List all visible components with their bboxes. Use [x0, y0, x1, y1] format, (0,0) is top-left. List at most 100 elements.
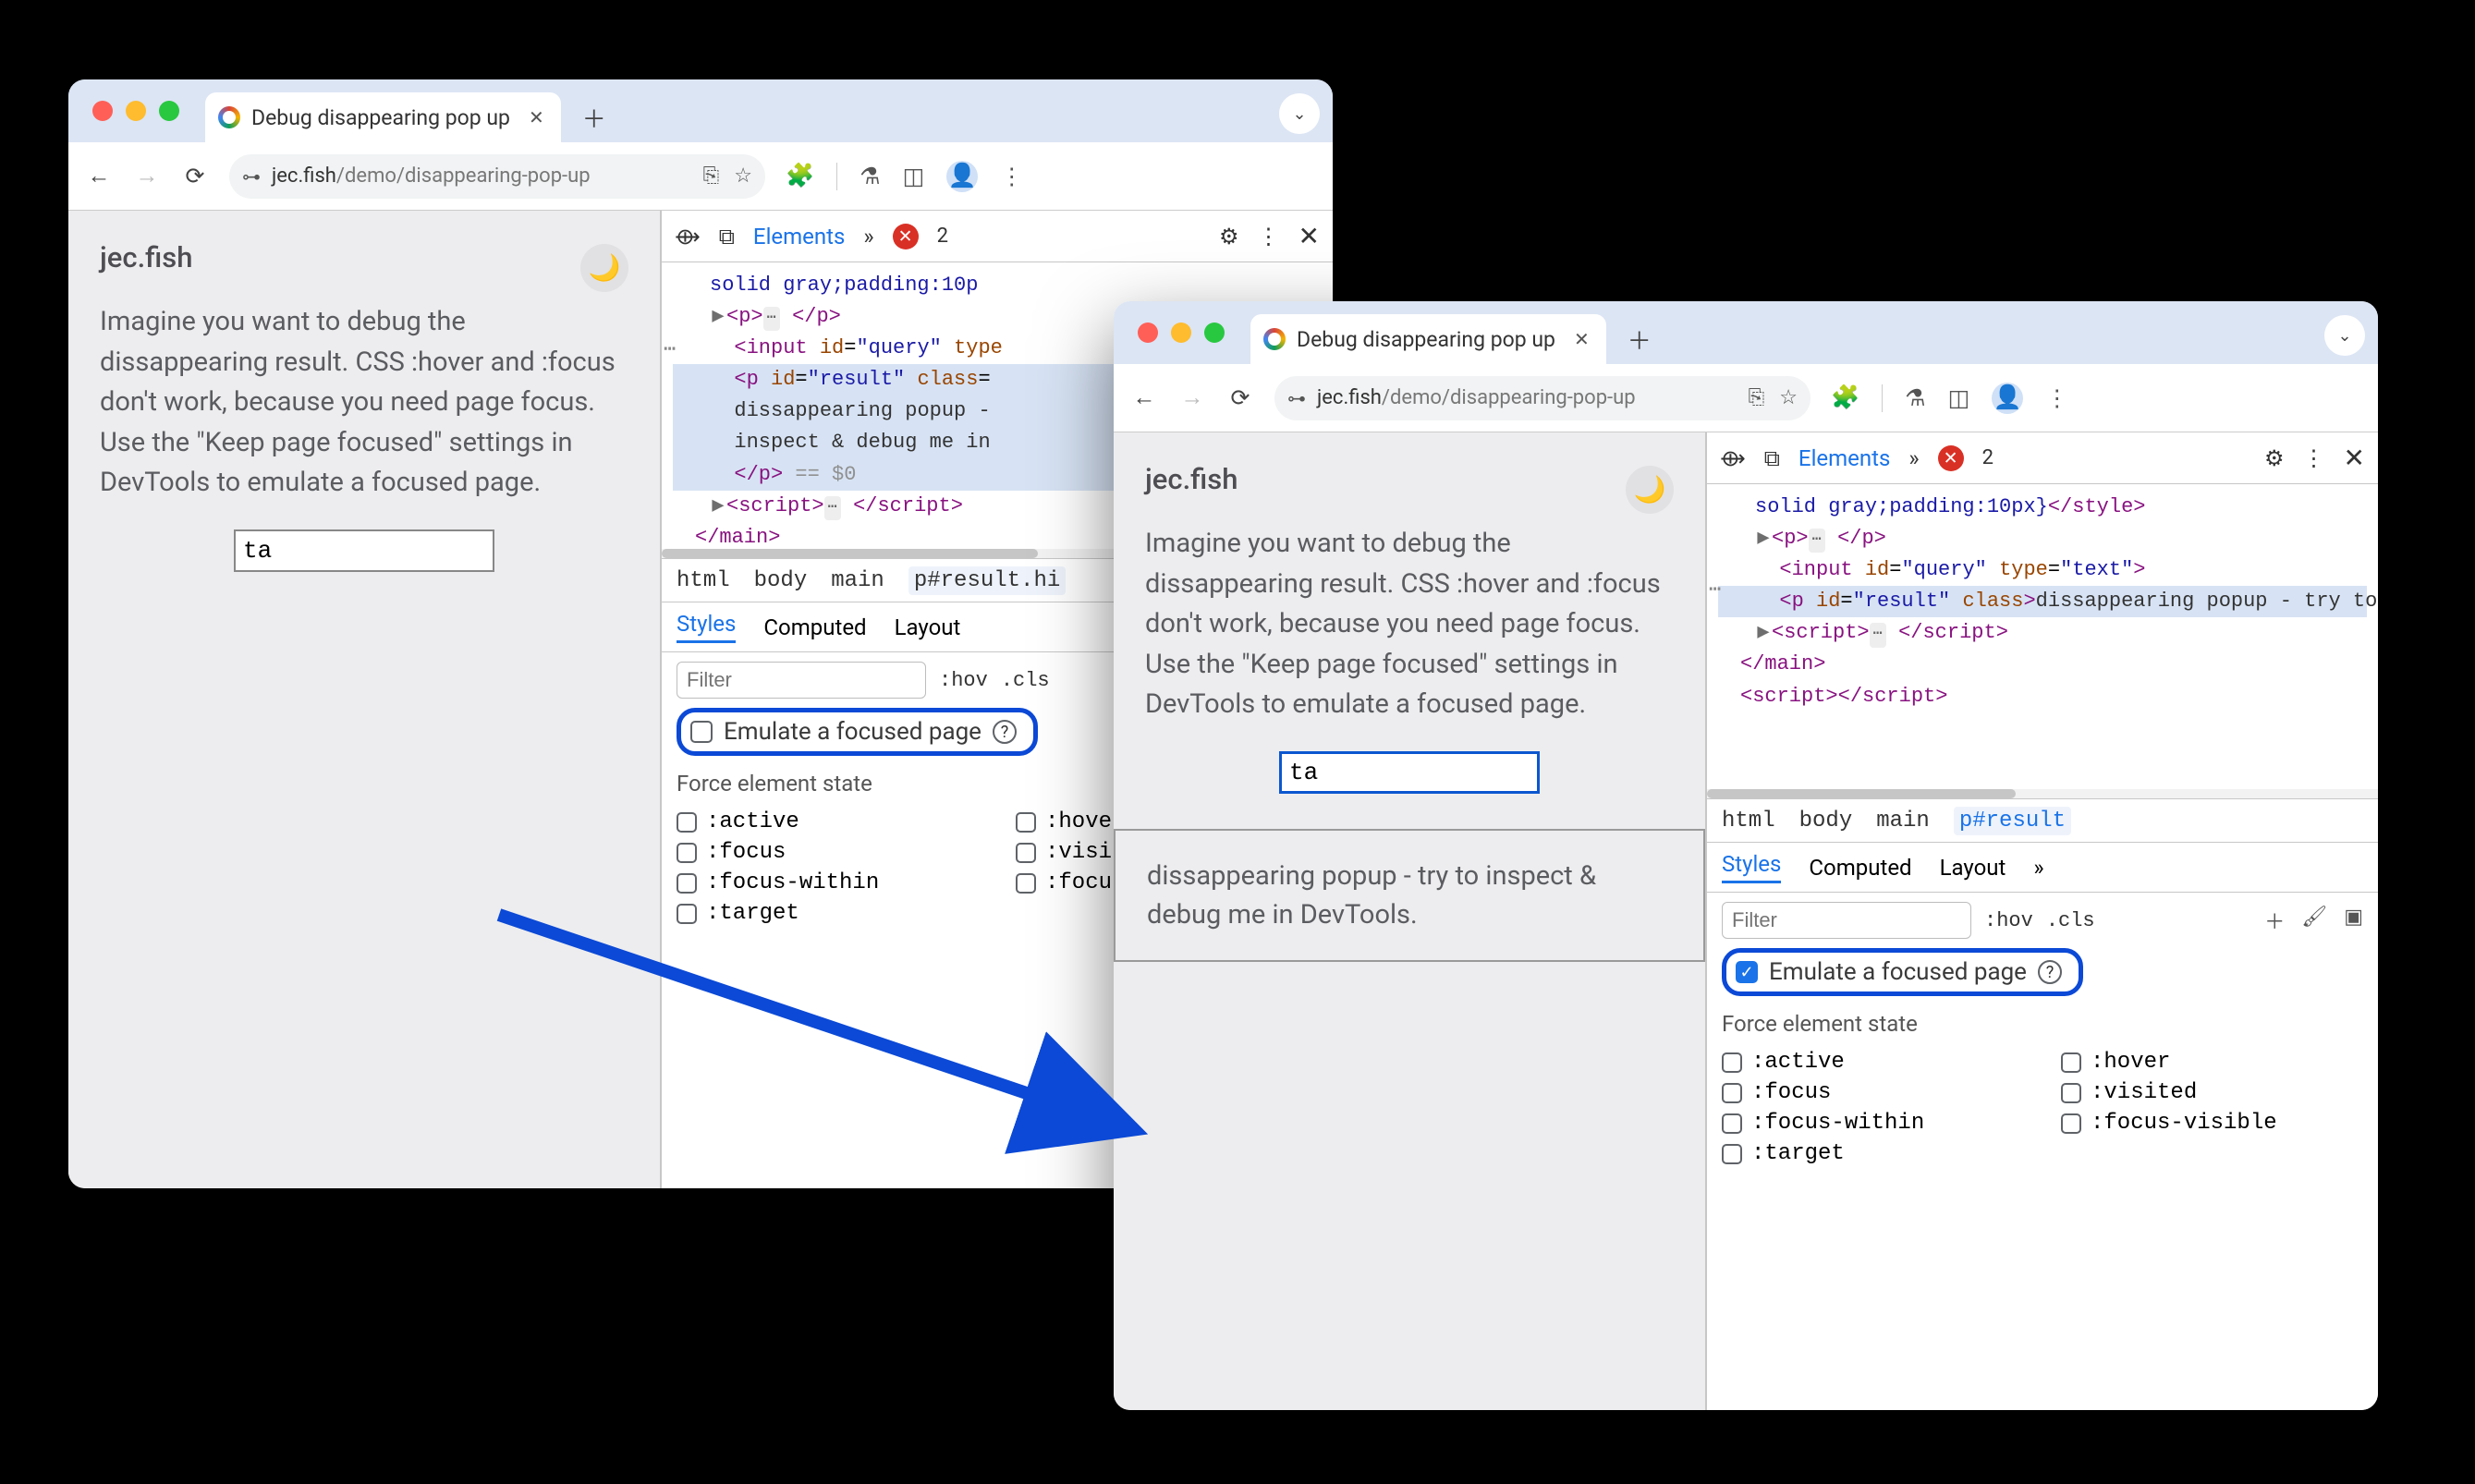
styles-tab-styles[interactable]: Styles — [1722, 851, 1781, 883]
extensions-icon[interactable]: 🧩 — [1831, 384, 1859, 411]
state-hover[interactable]: :hover — [2061, 1050, 2363, 1075]
cls-toggle[interactable]: .cls — [2046, 909, 2095, 932]
close-window-button[interactable] — [1138, 322, 1158, 343]
state-active[interactable]: :active — [1722, 1050, 2024, 1075]
styles-tab-layout[interactable]: Layout — [895, 614, 961, 640]
state-focus-visible[interactable]: :focus-visible — [2061, 1111, 2363, 1136]
dark-mode-toggle[interactable]: 🌙 — [580, 244, 628, 292]
profile-avatar-icon[interactable]: 👤 — [946, 161, 978, 192]
state-focus-within[interactable]: :focus-within — [677, 870, 979, 895]
devtools-menu-icon[interactable]: ⋮ — [2303, 445, 2325, 471]
install-app-icon[interactable]: ⎘ — [703, 164, 720, 188]
breadcrumb-item[interactable]: main — [1876, 809, 1930, 833]
side-panel-icon[interactable]: ◫ — [903, 163, 925, 190]
chrome-menu-icon[interactable]: ⋮ — [1000, 163, 1023, 190]
state-focus[interactable]: :focus — [677, 840, 979, 865]
labs-icon[interactable]: ⚗ — [860, 163, 880, 190]
emulate-focused-page-option[interactable]: ✓ Emulate a focused page ? — [1722, 948, 2083, 996]
omnibox[interactable]: ⊶ jec.fish/demo/disappearing-pop-up ⎘ ☆ — [229, 154, 765, 199]
help-icon[interactable]: ? — [2038, 960, 2062, 984]
inspect-element-icon[interactable]: ⟴ — [1720, 445, 1746, 471]
state-visited[interactable]: :visited — [2061, 1080, 2363, 1105]
close-tab-icon[interactable]: ✕ — [1574, 328, 1590, 350]
breadcrumb-item-selected[interactable]: p#result — [1954, 807, 2071, 835]
dom-tree[interactable]: ⋯ solid gray;padding:10px}</style> ▶<p>⋯… — [1707, 484, 2378, 789]
breadcrumb-item[interactable]: html — [677, 568, 730, 593]
more-styles-tabs-icon[interactable]: » — [2033, 855, 2043, 881]
devtools-tab-elements[interactable]: Elements — [753, 224, 845, 249]
computed-show-icon[interactable]: ▣ — [2344, 906, 2363, 935]
cls-toggle[interactable]: .cls — [1001, 669, 1050, 692]
close-devtools-icon[interactable]: ✕ — [2344, 443, 2365, 473]
back-button[interactable]: ← — [85, 163, 113, 190]
new-tab-button[interactable]: ＋ — [576, 99, 613, 136]
back-button[interactable]: ← — [1130, 384, 1158, 412]
tabs-dropdown-button[interactable]: ⌄ — [1279, 93, 1320, 134]
device-mode-icon[interactable]: ⧉ — [719, 224, 735, 249]
dark-mode-toggle[interactable]: 🌙 — [1626, 466, 1674, 514]
omnibox[interactable]: ⊶ jec.fish/demo/disappearing-pop-up ⎘ ☆ — [1274, 376, 1811, 420]
more-tabs-icon[interactable]: » — [863, 224, 873, 249]
site-settings-icon[interactable]: ⊶ — [242, 165, 261, 188]
error-badge-icon[interactable]: ✕ — [893, 224, 919, 249]
emulate-focused-page-option[interactable]: Emulate a focused page ? — [677, 708, 1038, 756]
query-input-focused[interactable] — [1279, 751, 1540, 794]
zoom-window-button[interactable] — [159, 101, 179, 121]
device-mode-icon[interactable]: ⧉ — [1764, 445, 1780, 471]
breadcrumb-item[interactable]: html — [1722, 809, 1775, 833]
install-app-icon[interactable]: ⎘ — [1749, 386, 1765, 409]
tabs-dropdown-button[interactable]: ⌄ — [2324, 315, 2365, 356]
new-style-rule-icon[interactable]: ＋ — [2264, 906, 2285, 935]
styles-filter-input[interactable] — [677, 662, 926, 699]
new-tab-button[interactable]: ＋ — [1621, 321, 1658, 358]
close-window-button[interactable] — [92, 101, 113, 121]
minimize-window-button[interactable] — [126, 101, 146, 121]
hov-toggle[interactable]: :hov — [939, 669, 988, 692]
hov-toggle[interactable]: :hov — [1984, 909, 2033, 932]
more-tabs-icon[interactable]: » — [1908, 445, 1919, 471]
breadcrumb-item[interactable]: main — [831, 568, 884, 593]
extensions-icon[interactable]: 🧩 — [786, 163, 814, 189]
styles-tab-styles[interactable]: Styles — [677, 611, 736, 643]
bookmark-icon[interactable]: ☆ — [734, 164, 752, 188]
minimize-window-button[interactable] — [1171, 322, 1191, 343]
dom-horizontal-scrollbar[interactable] — [1707, 789, 2378, 798]
site-settings-icon[interactable]: ⊶ — [1287, 387, 1306, 409]
labs-icon[interactable]: ⚗ — [1905, 384, 1925, 412]
forward-button[interactable]: → — [133, 163, 161, 190]
help-icon[interactable]: ? — [993, 720, 1017, 744]
state-focus[interactable]: :focus — [1722, 1080, 2024, 1105]
styles-tab-computed[interactable]: Computed — [763, 614, 866, 640]
forward-button[interactable]: → — [1178, 384, 1206, 412]
query-input[interactable] — [234, 529, 494, 572]
close-devtools-icon[interactable]: ✕ — [1298, 221, 1320, 251]
reload-button[interactable]: ⟳ — [181, 163, 209, 190]
devtools-settings-icon[interactable]: ⚙ — [1219, 224, 1239, 249]
dom-breadcrumb[interactable]: html body main p#result — [1707, 798, 2378, 843]
error-badge-icon[interactable]: ✕ — [1938, 445, 1964, 471]
chrome-menu-icon[interactable]: ⋮ — [2045, 384, 2068, 412]
devtools-menu-icon[interactable]: ⋮ — [1258, 224, 1280, 249]
paint-flashing-icon[interactable]: 🖌 — [2301, 906, 2327, 935]
devtools-tab-elements[interactable]: Elements — [1798, 445, 1890, 471]
zoom-window-button[interactable] — [1204, 322, 1225, 343]
breadcrumb-item[interactable]: body — [1799, 809, 1853, 833]
state-focus-within[interactable]: :focus-within — [1722, 1111, 2024, 1136]
inspect-element-icon[interactable]: ⟴ — [675, 224, 701, 249]
profile-avatar-icon[interactable]: 👤 — [1992, 383, 2023, 414]
styles-filter-input[interactable] — [1722, 902, 1971, 939]
browser-tab[interactable]: Debug disappearing pop up ✕ — [1250, 314, 1606, 364]
emulate-checkbox[interactable] — [690, 721, 713, 743]
styles-tab-layout[interactable]: Layout — [1940, 855, 2006, 881]
reload-button[interactable]: ⟳ — [1226, 384, 1254, 412]
state-target[interactable]: :target — [1722, 1141, 2024, 1166]
breadcrumb-item-selected[interactable]: p#result.hi — [908, 566, 1066, 595]
browser-tab[interactable]: Debug disappearing pop up ✕ — [205, 92, 561, 142]
emulate-checkbox-checked[interactable]: ✓ — [1736, 961, 1758, 983]
close-tab-icon[interactable]: ✕ — [529, 106, 544, 128]
breadcrumb-item[interactable]: body — [754, 568, 808, 593]
state-active[interactable]: :active — [677, 809, 979, 834]
state-target[interactable]: :target — [677, 901, 979, 926]
side-panel-icon[interactable]: ◫ — [1948, 384, 1970, 412]
devtools-settings-icon[interactable]: ⚙ — [2264, 445, 2285, 471]
